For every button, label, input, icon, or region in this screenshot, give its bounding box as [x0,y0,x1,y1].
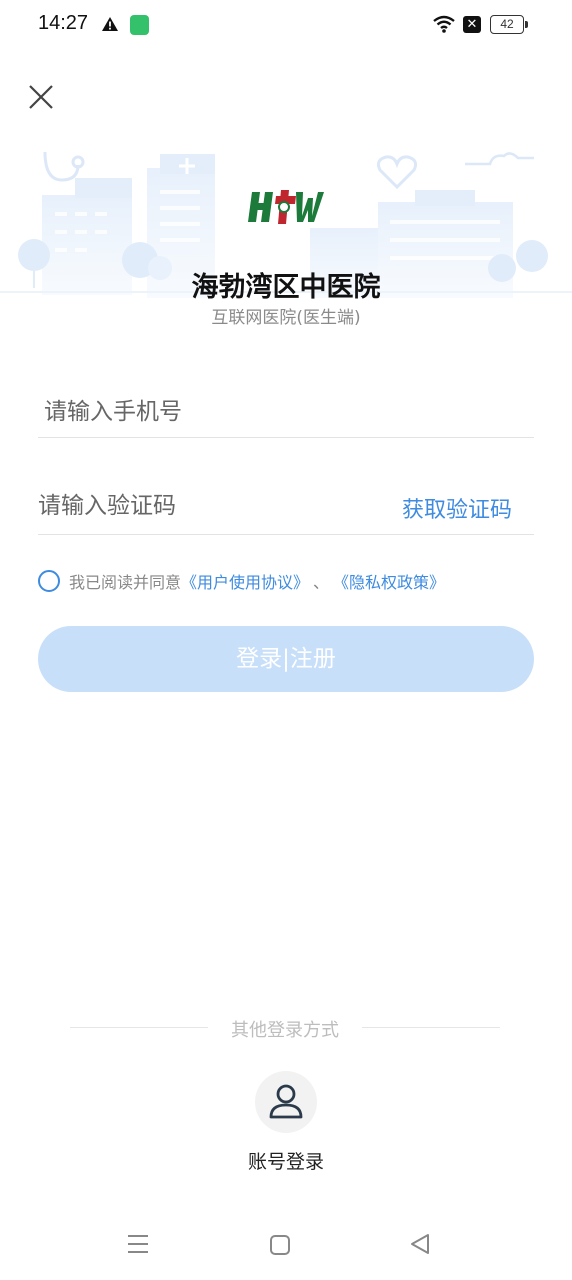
battery-level: 42 [500,17,514,31]
hospital-logo [248,190,324,224]
status-bar: 14:27 ✕ 42 [0,0,572,52]
user-icon [269,1084,303,1119]
warning-icon [102,17,118,31]
hospital-name: 海勃湾区中医院 [191,272,381,303]
get-code-button[interactable]: 获取验证码 [402,492,512,524]
account-login-label[interactable]: 账号登录 [216,1147,356,1174]
wifi-icon [433,15,455,33]
account-login-button[interactable] [255,1071,317,1133]
verification-code-input[interactable] [38,480,368,532]
menu-icon[interactable] [127,1234,149,1254]
battery-tip [525,21,528,28]
agreement-checkbox[interactable] [38,570,60,592]
app-notification-icon [130,15,149,35]
home-icon[interactable] [270,1235,290,1255]
sim-off-icon: ✕ [463,16,481,33]
phone-input[interactable] [38,386,534,438]
divider-left [70,1027,208,1028]
status-time: 14:27 [38,12,89,34]
code-divider [38,534,534,535]
battery-icon: 42 [490,15,524,34]
divider-right [362,1027,500,1028]
other-login-title: 其他登录方式 [231,1020,339,1041]
privacy-policy-link[interactable]: 《隐私权政策》 [333,569,445,593]
login-register-button[interactable]: 登录|注册 [38,626,534,692]
agreement-row: 我已阅读并同意 《用户使用协议》 、 《隐私权政策》 [38,568,445,594]
hospital-subtitle: 互联网医院(医生端) [211,308,361,328]
agreement-prefix: 我已阅读并同意 [69,573,182,592]
close-icon[interactable] [26,82,56,112]
back-icon[interactable] [409,1233,431,1255]
agreement-separator: 、 [313,573,330,592]
user-agreement-link[interactable]: 《用户使用协议》 [181,569,309,593]
